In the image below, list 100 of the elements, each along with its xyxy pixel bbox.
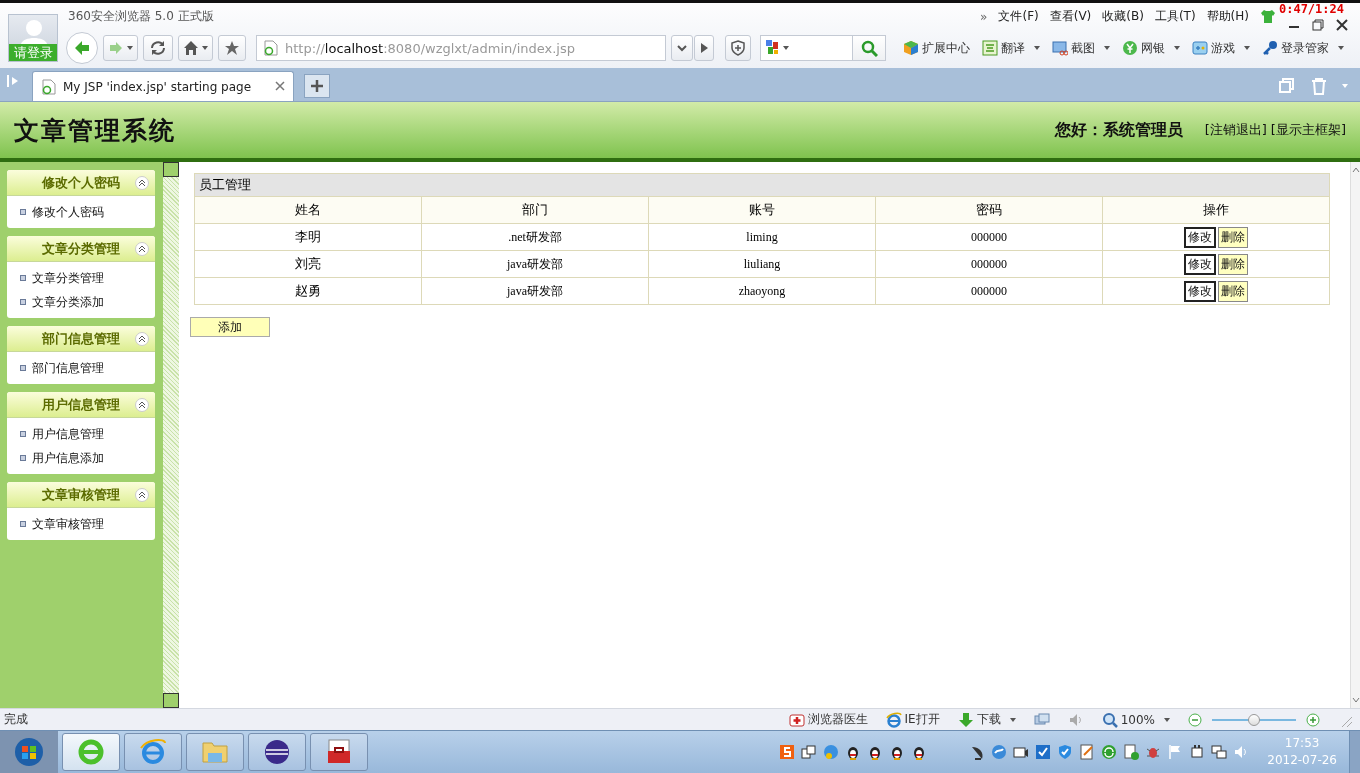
- delete-button[interactable]: 删除: [1218, 253, 1248, 275]
- caret-icon[interactable]: [127, 46, 133, 50]
- splitter-handle[interactable]: [163, 693, 179, 708]
- refresh-button[interactable]: [143, 35, 173, 61]
- security-button[interactable]: [725, 35, 751, 61]
- notepad-icon[interactable]: [1079, 744, 1096, 760]
- menu-item[interactable]: 收藏(B): [1102, 8, 1144, 25]
- taskbar-button[interactable]: [248, 733, 306, 771]
- check-square-icon[interactable]: [1035, 744, 1052, 760]
- menu-overflow-button[interactable]: »: [980, 9, 988, 24]
- sidebar-group-header[interactable]: 文章审核管理: [7, 482, 155, 508]
- header-link[interactable]: [注销退出]: [1204, 121, 1267, 139]
- collapse-icon[interactable]: [135, 332, 149, 346]
- sidebar-item[interactable]: 用户信息管理: [7, 422, 155, 446]
- collapse-icon[interactable]: [135, 398, 149, 412]
- search-field[interactable]: [760, 35, 886, 61]
- toolbar-item[interactable]: 网银: [1122, 39, 1180, 57]
- search-icon[interactable]: [860, 39, 878, 57]
- column-header: 操作: [1102, 196, 1330, 224]
- back-button[interactable]: [66, 32, 98, 64]
- add-button[interactable]: 添加: [190, 317, 270, 337]
- table-cell: .net研发部: [421, 223, 649, 251]
- status-button[interactable]: IE打开: [885, 711, 940, 728]
- splitter-handle[interactable]: [163, 162, 179, 177]
- menu-item[interactable]: 文件(F): [998, 8, 1039, 25]
- status-button[interactable]: 下载: [957, 711, 1016, 728]
- table-cell: zhaoyong: [648, 277, 876, 305]
- table-cell: liming: [648, 223, 876, 251]
- download-arrow-icon: [957, 711, 974, 728]
- shield-icon[interactable]: [1057, 744, 1074, 760]
- menu-item[interactable]: 工具(T): [1154, 8, 1196, 25]
- caret-icon[interactable]: [202, 46, 208, 50]
- input-method-icon[interactable]: [779, 744, 796, 760]
- translate-icon: [982, 40, 998, 56]
- edit-button[interactable]: 修改: [1184, 253, 1216, 275]
- toolbar-item[interactable]: 翻译: [982, 39, 1040, 57]
- caret-icon[interactable]: [783, 46, 789, 50]
- toolbar-item[interactable]: 截图: [1052, 39, 1110, 57]
- sidebar-group-header[interactable]: 部门信息管理: [7, 326, 155, 352]
- edit-button[interactable]: 修改: [1184, 226, 1216, 248]
- zoom-button[interactable]: 100%: [1101, 711, 1170, 728]
- zoom-in-icon[interactable]: [1306, 712, 1320, 727]
- history-dropdown-button[interactable]: [671, 35, 693, 61]
- page-title: 文章管理系统: [14, 114, 176, 147]
- sidebar-item[interactable]: 文章审核管理: [7, 512, 155, 536]
- header-link[interactable]: [显示主框架]: [1270, 121, 1346, 139]
- star-icon: [224, 40, 240, 56]
- menu-item[interactable]: 查看(V): [1049, 8, 1092, 25]
- favorite-button[interactable]: [218, 35, 246, 61]
- slider-thumb[interactable]: [1248, 713, 1260, 726]
- document-play-icon[interactable]: [1123, 744, 1140, 760]
- table-cell: java研发部: [421, 277, 649, 305]
- sidebar-item[interactable]: 修改个人密码: [7, 200, 155, 224]
- sidebar-group-header[interactable]: 用户信息管理: [7, 392, 155, 418]
- delete-button[interactable]: 删除: [1218, 280, 1248, 302]
- column-header: 姓名: [194, 196, 422, 224]
- greeting-text: 您好：系统管理员: [1054, 119, 1183, 141]
- cube-icon: [903, 40, 919, 56]
- sidebar-item[interactable]: 文章分类添加: [7, 290, 155, 314]
- network-icon[interactable]: [1211, 744, 1228, 760]
- power-plug-icon[interactable]: [1189, 744, 1206, 760]
- collapse-icon[interactable]: [135, 242, 149, 256]
- taskbar-button[interactable]: [310, 733, 368, 771]
- camera-icon[interactable]: [1013, 744, 1030, 760]
- coin-icon: [1122, 40, 1138, 56]
- sidebar-group-header[interactable]: 修改个人密码: [7, 170, 155, 196]
- edit-button[interactable]: 修改: [1184, 280, 1216, 302]
- toolbar-item[interactable]: 扩展中心: [903, 39, 970, 57]
- ie-icon: [885, 711, 902, 728]
- home-button[interactable]: [178, 35, 213, 61]
- collapse-icon[interactable]: [135, 488, 149, 502]
- scrollbar[interactable]: [1350, 162, 1360, 708]
- sync-icon[interactable]: [1101, 744, 1118, 760]
- table-cell: liuliang: [648, 250, 876, 278]
- ie-icon: [139, 738, 167, 766]
- shirt-icon[interactable]: [1260, 9, 1276, 24]
- swirl-icon[interactable]: [991, 744, 1008, 760]
- collapse-icon[interactable]: [135, 176, 149, 190]
- scissors-monitor-icon: [1052, 40, 1068, 56]
- sidebar-item[interactable]: 用户信息添加: [7, 446, 155, 470]
- toolbar-item[interactable]: 游戏: [1192, 39, 1250, 57]
- restore-icon[interactable]: [1311, 18, 1325, 32]
- new-tab-button[interactable]: [304, 74, 330, 98]
- address-field[interactable]: http://localhost:8080/wzglxt/admin/index.jsp: [256, 35, 666, 61]
- page-icon: [263, 40, 279, 56]
- sidebar-item[interactable]: 文章分类管理: [7, 266, 155, 290]
- sidebar-item[interactable]: 部门信息管理: [7, 356, 155, 380]
- close-icon[interactable]: [1335, 18, 1349, 32]
- chevron-down-icon: [676, 42, 688, 54]
- windows-icon[interactable]: [801, 744, 818, 760]
- delete-button[interactable]: 删除: [1218, 226, 1248, 248]
- menu-item[interactable]: 帮助(H): [1206, 8, 1249, 25]
- sidebar-group-header[interactable]: 文章分类管理: [7, 236, 155, 262]
- browser-tab[interactable]: My JSP 'index.jsp' starting page: [32, 71, 294, 101]
- toolbar-item[interactable]: 登录管家: [1262, 39, 1344, 57]
- windows-logo-icon: [14, 737, 44, 767]
- go-button[interactable]: [694, 35, 714, 61]
- status-button[interactable]: 浏览器医生: [788, 711, 868, 728]
- refresh-icon: [149, 39, 167, 57]
- start-button[interactable]: [0, 730, 58, 773]
